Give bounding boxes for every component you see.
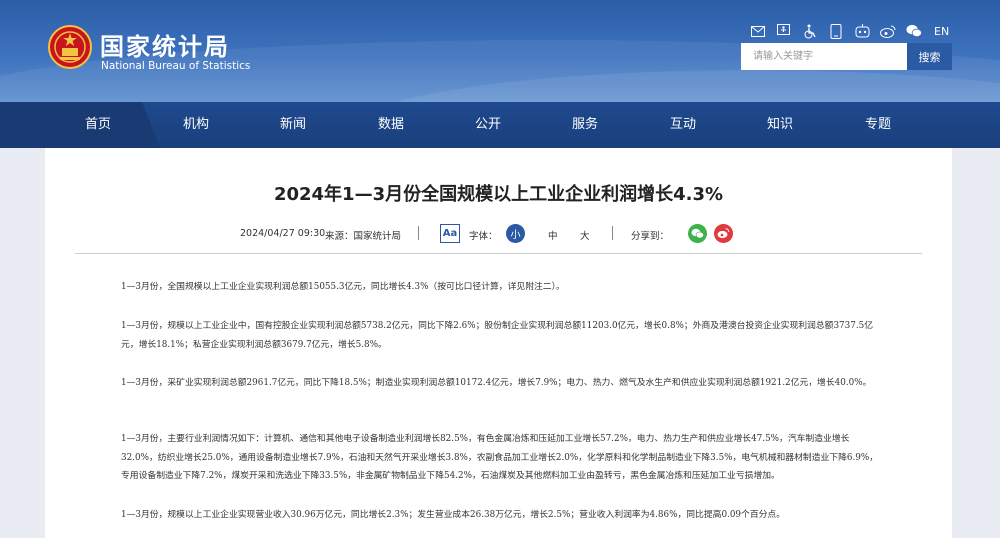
- phone-icon[interactable]: [828, 23, 844, 39]
- site-name-en[interactable]: National Bureau of Statistics: [101, 60, 250, 72]
- nav-item-news[interactable]: 新闻: [263, 102, 323, 148]
- nav-item-interaction[interactable]: 互动: [653, 102, 713, 148]
- font-label: 字体：: [469, 231, 498, 242]
- nav-item-home[interactable]: 首页: [68, 102, 128, 148]
- share-wechat-icon[interactable]: [688, 224, 707, 243]
- publish-date: 2024/04/27 09:30: [240, 228, 326, 239]
- robot-icon[interactable]: [854, 23, 870, 39]
- nav-item-data[interactable]: 数据: [361, 102, 421, 148]
- share-weibo-icon[interactable]: [714, 224, 733, 243]
- article-paragraph: 1—3月份，全国规模以上工业企业实现利润总额15055.3亿元，同比增长4.3%…: [121, 282, 565, 292]
- font-size-icon[interactable]: Aa: [440, 224, 460, 243]
- article-divider: [75, 253, 922, 254]
- meta-divider: [612, 226, 613, 240]
- share-label: 分享到：: [631, 231, 670, 242]
- nav-item-knowledge[interactable]: 知识: [750, 102, 810, 148]
- article-paragraph: 1—3月份，规模以上工业企业中，国有控股企业实现利润总额5738.2亿元，同比下…: [121, 321, 874, 350]
- nav-item-disclosure[interactable]: 公开: [458, 102, 518, 148]
- article-paragraph: 1—3月份，规模以上工业企业实现营业收入30.96万亿元，同比增长2.3%；发生…: [121, 510, 786, 520]
- main-nav: 首页 机构 新闻 数据 公开 服务 互动 知识 专题: [0, 102, 1000, 148]
- weibo-icon[interactable]: [880, 23, 896, 39]
- accessibility-icon[interactable]: [776, 23, 792, 39]
- article-paragraph: 1—3月份，采矿业实现利润总额2961.7亿元，同比下降18.5%；制造业实现利…: [121, 378, 872, 388]
- site-name-cn[interactable]: 国家统计局: [100, 27, 230, 62]
- search-input[interactable]: [741, 43, 907, 70]
- font-size-large-button[interactable]: 大: [580, 228, 590, 242]
- font-size-small-button[interactable]: 小: [506, 224, 525, 243]
- national-emblem-logo[interactable]: [48, 25, 92, 69]
- article-meta: 2024/04/27 09:30 来源：国家统计局 Aa 字体： 小 中 大 分…: [45, 224, 952, 244]
- mail-icon[interactable]: [750, 23, 766, 39]
- site-header: 国家统计局 National Bureau of Statistics EN 搜…: [0, 0, 1000, 102]
- nav-item-service[interactable]: 服务: [555, 102, 615, 148]
- meta-divider: [418, 226, 419, 240]
- article-card: 2024年1—3月份全国规模以上工业企业利润增长4.3% 2024/04/27 …: [45, 148, 952, 538]
- header-tools: EN: [750, 22, 949, 40]
- article-title: 2024年1—3月份全国规模以上工业企业利润增长4.3%: [273, 184, 724, 205]
- wheelchair-icon[interactable]: [802, 23, 818, 39]
- wechat-icon[interactable]: [906, 23, 922, 39]
- search-button[interactable]: 搜索: [907, 43, 952, 70]
- english-link[interactable]: EN: [934, 25, 949, 38]
- search-bar: 搜索: [741, 43, 952, 70]
- nav-item-topics[interactable]: 专题: [848, 102, 908, 148]
- font-size-medium-button[interactable]: 中: [548, 228, 558, 242]
- article-paragraph: 1—3月份，主要行业利润情况如下：计算机、通信和其他电子设备制造业利润增长82.…: [121, 434, 879, 481]
- article-source: 来源：国家统计局: [325, 231, 402, 242]
- nav-item-organization[interactable]: 机构: [166, 102, 226, 148]
